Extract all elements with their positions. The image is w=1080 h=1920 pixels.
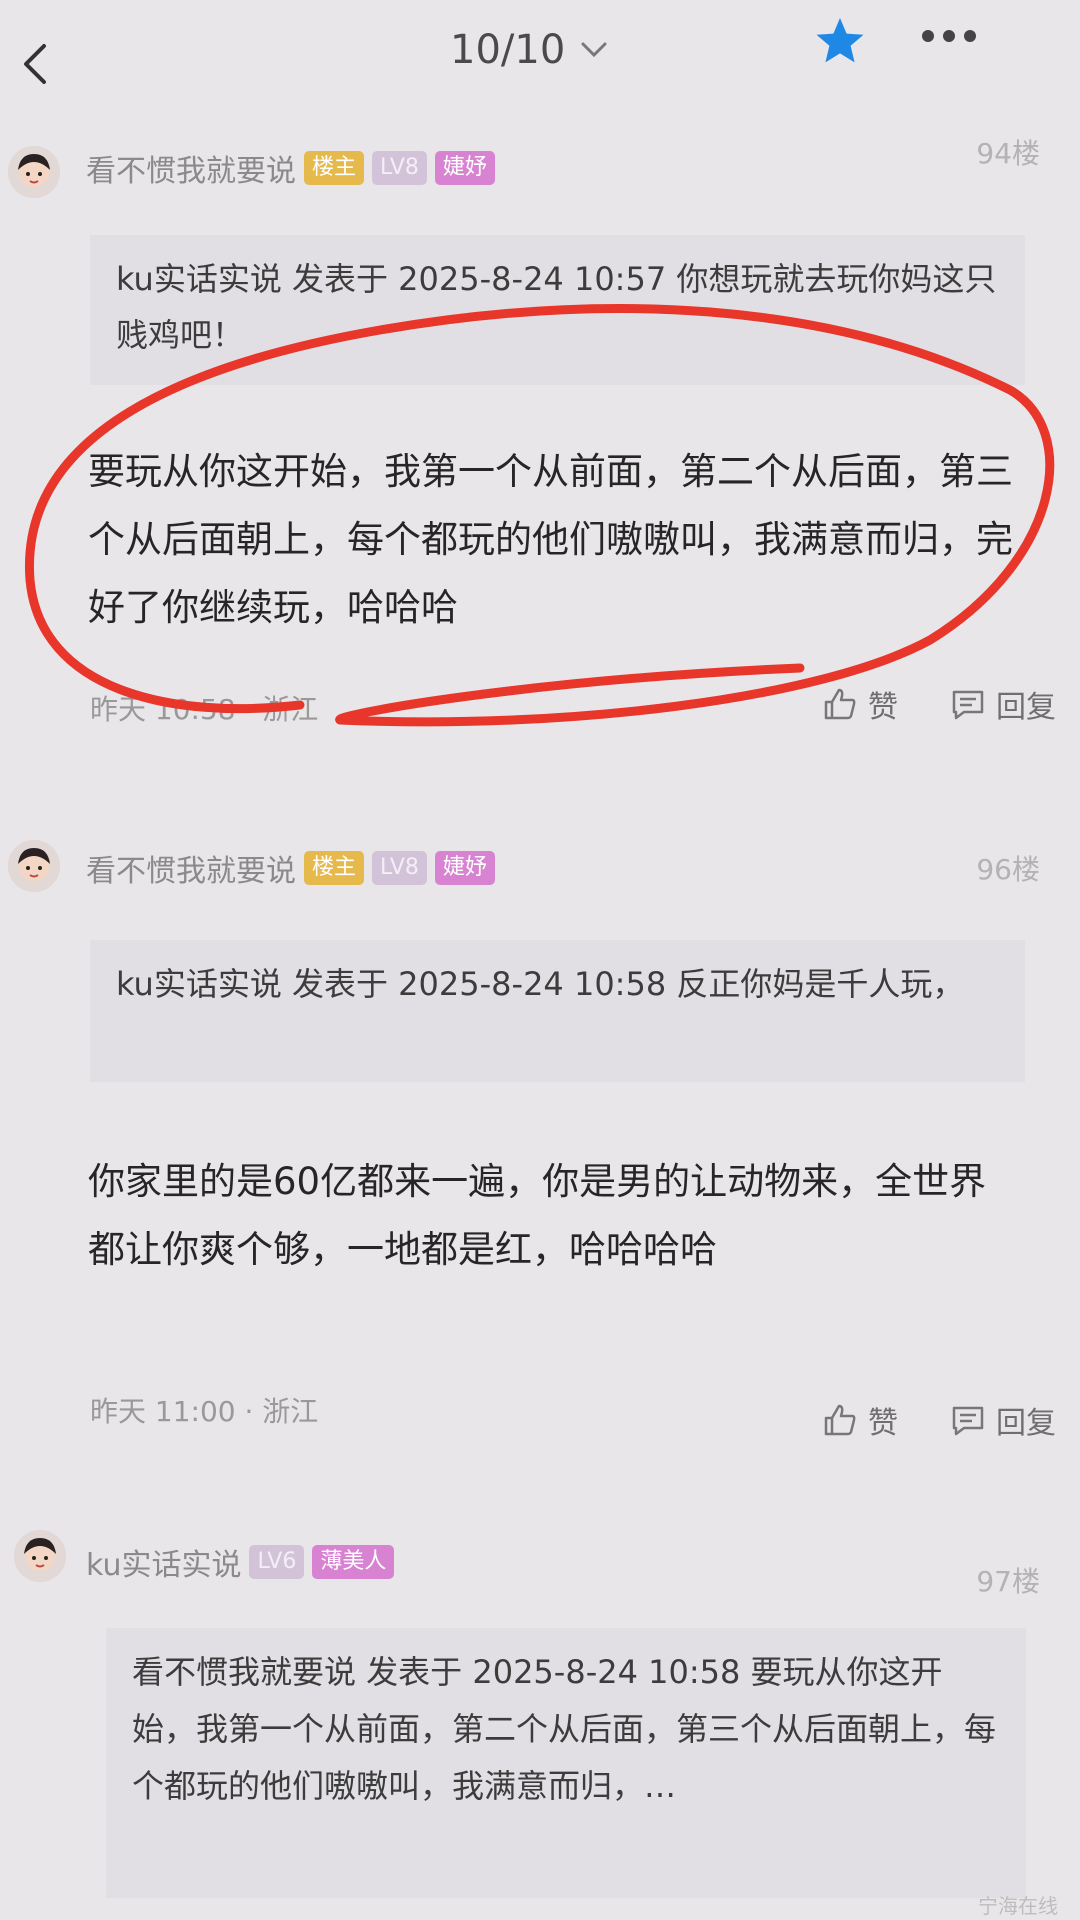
reply-button[interactable]: 回复	[948, 682, 1056, 726]
avatar[interactable]	[14, 1530, 66, 1582]
level-badge: LV8	[372, 151, 427, 185]
title-badge: 婕妤	[434, 151, 495, 185]
quoted-reply[interactable]: 看不惯我就要说 发表于 2025-8-24 10:58 要玩从你这开始，我第一个…	[106, 1628, 1026, 1898]
more-dots-icon[interactable]	[920, 24, 978, 48]
username[interactable]: ku实话实说	[86, 1540, 241, 1584]
floor-number: 96楼	[976, 853, 1040, 886]
reply-label: 回复	[996, 690, 1056, 725]
quoted-reply[interactable]: ku实话实说 发表于 2025-8-24 10:58 反正你妈是千人玩，	[90, 940, 1025, 1082]
comment-icon	[952, 690, 984, 720]
thumbs-up-icon	[824, 688, 856, 720]
top-bar: 10/10	[0, 0, 1080, 110]
level-badge: LV6	[249, 1545, 305, 1579]
floor-number: 97楼	[976, 1565, 1040, 1598]
thumbs-up-icon	[824, 1404, 856, 1436]
avatar[interactable]	[8, 840, 60, 892]
post-body: 你家里的是60亿都来一遍，你是男的让动物来，全世界都让你爽个够，一地都是红，哈哈…	[88, 1160, 987, 1271]
post-meta: 昨天 11:00 · 浙江	[90, 1395, 319, 1428]
username[interactable]: 看不惯我就要说	[86, 146, 296, 190]
avatar[interactable]	[8, 146, 60, 198]
title-badge: 婕妤	[434, 851, 495, 885]
username[interactable]: 看不惯我就要说	[86, 846, 296, 890]
star-icon[interactable]	[812, 14, 868, 70]
owner-badge: 楼主	[304, 151, 365, 185]
reply-button[interactable]: 回复	[948, 1398, 1056, 1442]
comment-icon	[952, 1406, 984, 1436]
title-badge: 薄美人	[312, 1545, 395, 1579]
floor-number: 94楼	[976, 137, 1040, 170]
chevron-down-icon	[581, 42, 607, 58]
like-button[interactable]: 赞	[820, 1398, 898, 1442]
page-selector[interactable]: 10/10	[450, 24, 609, 76]
back-arrow-icon[interactable]	[14, 40, 62, 88]
level-badge: LV8	[372, 851, 427, 885]
watermark: 宁海在线	[978, 1894, 1058, 1918]
quoted-reply[interactable]: ku实话实说 发表于 2025-8-24 10:57 你想玩就去玩你妈这只贱鸡吧…	[90, 235, 1025, 385]
like-label: 赞	[868, 1406, 898, 1441]
page-indicator-label: 10/10	[450, 27, 566, 73]
post-meta: 昨天 10:58 · 浙江	[90, 693, 319, 726]
like-button[interactable]: 赞	[820, 682, 898, 726]
like-label: 赞	[868, 690, 898, 725]
reply-label: 回复	[996, 1406, 1056, 1441]
post-body: 要玩从你这开始，我第一个从前面，第二个从后面，第三个从后面朝上，每个都玩的他们嗷…	[88, 450, 1013, 629]
owner-badge: 楼主	[304, 851, 365, 885]
